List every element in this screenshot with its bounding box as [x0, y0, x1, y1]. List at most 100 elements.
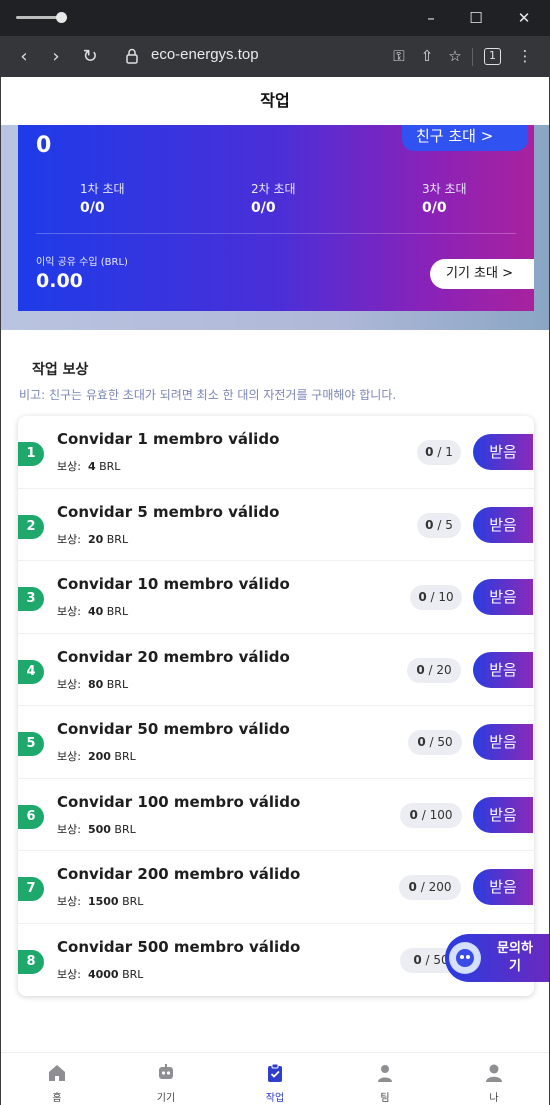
- back-icon[interactable]: ‹: [12, 45, 36, 69]
- task-reward: 보상: 200 BRL: [57, 748, 136, 764]
- url-field[interactable]: eco-energys.top: [151, 46, 259, 63]
- tab-label: 작업: [265, 1093, 285, 1104]
- level-1-label: 1차 초대: [80, 182, 125, 196]
- invite-friend-button[interactable]: 친구 초대 >: [402, 125, 528, 151]
- progress-done: 0: [418, 590, 427, 604]
- profit-share-label: 이익 공유 수입 (BRL): [36, 257, 128, 268]
- task-reward: 보상: 80 BRL: [57, 676, 128, 692]
- bookmark-icon[interactable]: ☆: [444, 45, 466, 67]
- claim-button[interactable]: 받음: [473, 579, 533, 615]
- reward-amount: 40: [87, 605, 104, 618]
- tab-label: 나: [489, 1093, 499, 1104]
- forward-icon[interactable]: ›: [44, 45, 68, 69]
- reward-unit: BRL: [99, 460, 121, 473]
- progress-total: 100: [429, 807, 453, 822]
- contact-button[interactable]: 문의하 기: [445, 934, 549, 982]
- progress-pill: 0 / 200: [399, 875, 461, 900]
- task-title: Convidar 500 membro válido: [57, 937, 301, 956]
- reward-unit: BRL: [114, 822, 136, 836]
- reward-amount: 80: [87, 677, 104, 691]
- reward-label: 보상:: [57, 532, 81, 546]
- tab-tasks[interactable]: 작업: [235, 1053, 315, 1105]
- reward-unit: BRL: [114, 750, 136, 763]
- task-reward: 보상: 40 BRL: [57, 603, 128, 619]
- progress-pill: 0 / 1: [417, 440, 461, 465]
- claim-button[interactable]: 받음: [473, 434, 533, 470]
- reward-label: 보상:: [57, 967, 81, 981]
- reward-amount: 20: [87, 532, 104, 546]
- progress-total: 10: [438, 590, 454, 604]
- tab-devices[interactable]: 기기: [126, 1053, 206, 1105]
- menu-icon[interactable]: ⋮: [514, 45, 536, 67]
- page-title: 작업: [260, 91, 290, 110]
- list-item: 6 Convidar 100 membro válido 보상: 500 BRL…: [18, 779, 534, 851]
- task-title: Convidar 50 membro válido: [57, 720, 290, 738]
- tab-count-icon[interactable]: 1: [484, 48, 501, 65]
- tab-team[interactable]: 팀: [345, 1053, 425, 1105]
- reward-unit: BRL: [106, 605, 129, 618]
- task-title: Convidar 1 membro válido: [57, 430, 280, 448]
- slider-knob[interactable]: [56, 12, 67, 23]
- minimize-icon[interactable]: –: [420, 8, 442, 28]
- progress-pill: 0 / 10: [410, 585, 462, 610]
- task-number-badge: 7: [18, 877, 44, 901]
- support-icon: [449, 942, 481, 974]
- tab-me[interactable]: 나: [454, 1053, 534, 1105]
- list-item: 2 Convidar 5 membro válido 보상: 20 BRL 0 …: [18, 489, 534, 561]
- task-note: 비고: 친구는 유효한 초대가 되려면 최소 한 대의 자전거를 구매해야 합니…: [19, 388, 397, 402]
- reward-label: 보상:: [57, 750, 81, 763]
- task-reward: 보상: 1500 BRL: [57, 893, 143, 909]
- address-bar: ‹ › ↻ eco-energys.top ⚿ ⇧ ☆ 1 ⋮: [0, 36, 550, 77]
- list-item: 5 Convidar 50 membro válido 보상: 200 BRL …: [18, 706, 534, 779]
- level-2-value: 0/0: [251, 200, 276, 216]
- reward-label: 보상:: [57, 605, 81, 618]
- close-icon[interactable]: ✕: [513, 8, 535, 28]
- contact-label-line2: 기: [509, 959, 521, 974]
- progress-pill: 0 / 50: [408, 730, 462, 755]
- reward-label: 보상:: [57, 822, 81, 836]
- bottom-tab-bar: 홈 기기 작업 팀 나: [1, 1052, 549, 1105]
- task-title: Convidar 10 membro válido: [57, 575, 290, 593]
- claim-button[interactable]: 받음: [473, 506, 533, 543]
- share-icon[interactable]: ⇧: [416, 45, 438, 67]
- progress-total: 50: [437, 735, 453, 749]
- maximize-icon[interactable]: ☐: [465, 8, 487, 28]
- toolbar-separator: [472, 48, 473, 66]
- claim-button[interactable]: 받음: [473, 796, 533, 833]
- total-invites: 0: [36, 133, 52, 158]
- reward-amount: 4: [87, 460, 96, 473]
- tab-home[interactable]: 홈: [17, 1053, 97, 1105]
- task-number-badge: 4: [18, 659, 44, 684]
- progress-done: 0: [408, 880, 417, 894]
- progress-done: 0: [425, 517, 434, 532]
- device-invite-button[interactable]: 기기 초대 >: [430, 259, 534, 289]
- task-list: 1 Convidar 1 membro válido 보상: 4 BRL 0 /…: [18, 416, 534, 996]
- task-title: Convidar 5 membro válido: [57, 502, 280, 521]
- task-reward: 보상: 4 BRL: [57, 458, 120, 474]
- invite-summary-card: 0 친구 초대 > 1차 초대 0/0 2차 초대 0/0 3차 초대 0/0 …: [18, 125, 534, 311]
- reward-amount: 4000: [87, 967, 119, 981]
- task-number-badge: 2: [18, 514, 44, 539]
- level-1-value: 0/0: [80, 200, 105, 216]
- claim-button[interactable]: 받음: [473, 724, 533, 760]
- reward-unit: BRL: [122, 895, 144, 908]
- contact-label-line1: 문의하: [497, 941, 533, 956]
- claim-button[interactable]: 받음: [473, 869, 533, 905]
- progress-done: 0: [425, 445, 434, 459]
- task-number-badge: 8: [18, 949, 44, 974]
- progress-total: 200: [428, 880, 452, 894]
- section-title: 작업 보상: [32, 362, 89, 378]
- reward-unit: BRL: [122, 967, 144, 981]
- list-item: 1 Convidar 1 membro válido 보상: 4 BRL 0 /…: [18, 416, 534, 489]
- robot-icon: [159, 1064, 173, 1079]
- page: 작업 0 친구 초대 > 1차 초대 0/0 2차 초대 0/0 3차 초대 0…: [0, 77, 550, 1105]
- progress-done: 0: [409, 807, 418, 822]
- task-reward: 보상: 500 BRL: [57, 821, 136, 837]
- lock-icon[interactable]: [126, 48, 138, 64]
- progress-pill: 0 / 100: [400, 802, 462, 828]
- task-number-badge: 6: [18, 804, 44, 829]
- reload-icon[interactable]: ↻: [78, 45, 102, 69]
- claim-button[interactable]: 받음: [473, 651, 533, 688]
- key-icon[interactable]: ⚿: [388, 45, 410, 67]
- level-2-label: 2차 초대: [251, 182, 296, 196]
